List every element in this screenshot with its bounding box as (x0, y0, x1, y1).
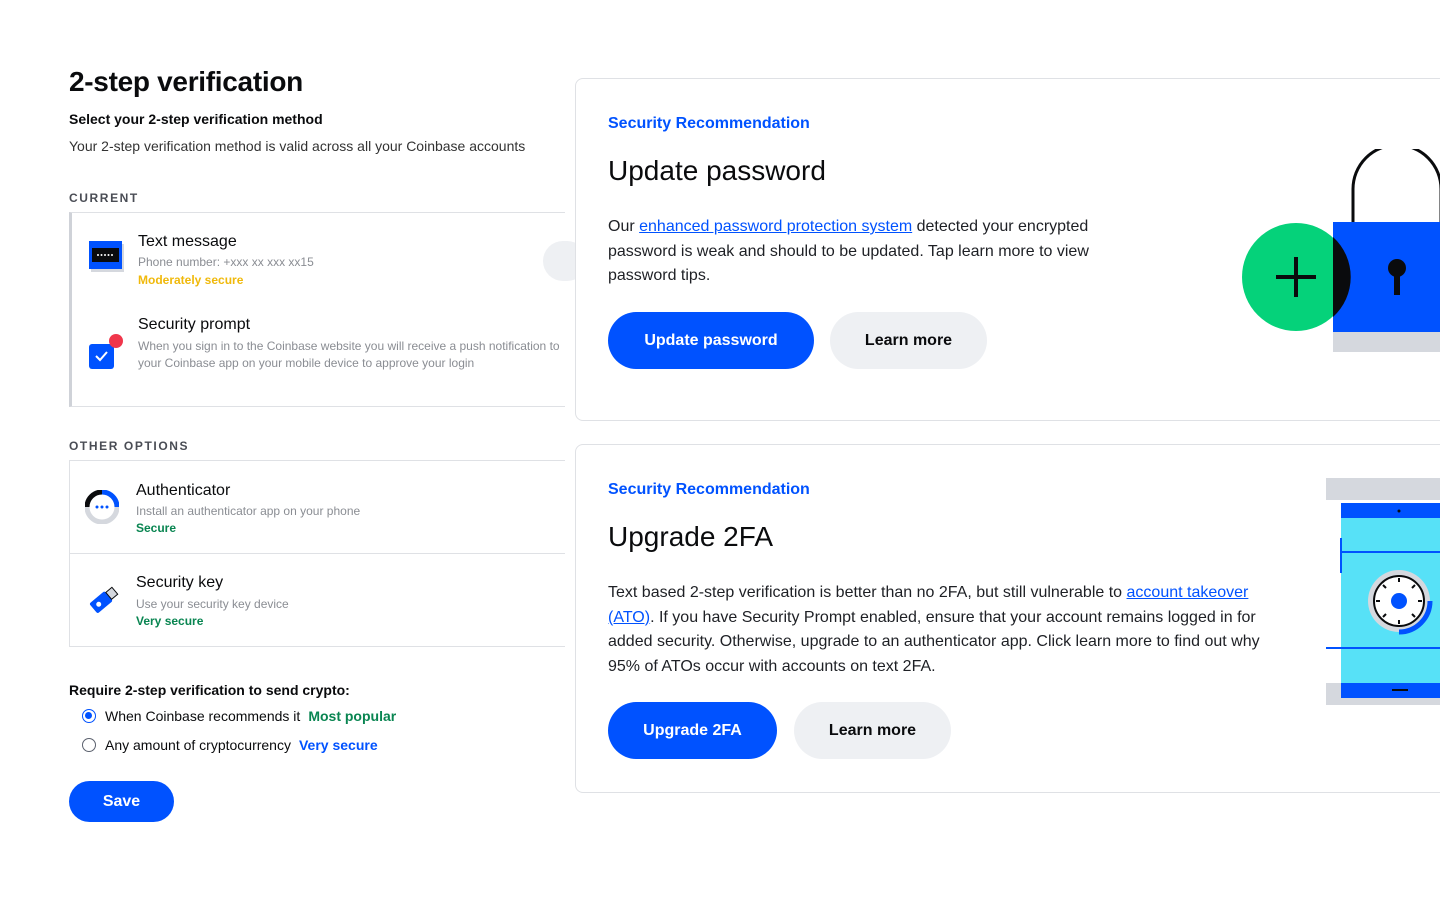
body-text: Text based 2-step verification is better… (608, 584, 1127, 601)
page-subtitle: Select your 2-step verification method (69, 111, 323, 127)
security-level-badge: Secure (136, 521, 177, 535)
method-subtitle: When you sign in to the Coinbase website… (138, 339, 560, 370)
method-title: Security prompt (138, 316, 251, 333)
learn-more-button[interactable]: Learn more (830, 312, 987, 369)
phone-vault-icon (1326, 478, 1440, 728)
method-authenticator[interactable]: Authenticator Install an authenticator a… (70, 461, 565, 553)
security-level-badge: Very secure (136, 614, 204, 628)
learn-more-button[interactable]: Learn more (794, 702, 951, 759)
authenticator-icon (84, 489, 120, 525)
method-security-prompt[interactable]: Security prompt When you sign in to the … (72, 299, 565, 407)
card-body: Our enhanced password protection system … (608, 215, 1118, 289)
padlock-plus-icon (1242, 143, 1440, 359)
save-button[interactable]: Save (69, 781, 174, 822)
method-subtitle: Phone number: +xxx xx xxx xx15 (138, 255, 314, 269)
method-subtitle: Install an authenticator app on your pho… (136, 504, 361, 518)
radio-button[interactable] (82, 709, 96, 723)
page-description: Your 2-step verification method is valid… (69, 138, 526, 154)
body-text: Our (608, 218, 640, 235)
radio-label: Any amount of cryptocurrency (105, 737, 291, 753)
card-kicker: Security Recommendation (608, 115, 810, 132)
card-title: Update password (608, 155, 826, 186)
recommendation-card-update-password: Security Recommendation Update password … (575, 78, 1440, 421)
method-title: Authenticator (136, 482, 231, 499)
method-text-message[interactable]: Text message Phone number: +xxx xx xxx x… (72, 213, 587, 299)
option-tag: Very secure (298, 737, 378, 753)
section-label-current: CURRENT (69, 191, 139, 205)
other-methods-list: Authenticator Install an authenticator a… (69, 460, 565, 647)
verification-settings: 2-step verification Select your 2-step v… (69, 0, 587, 900)
sms-icon (89, 241, 125, 277)
card-kicker: Security Recommendation (608, 481, 810, 498)
option-tag: Most popular (308, 708, 397, 724)
section-label-other-options: OTHER OPTIONS (69, 439, 190, 453)
page-title: 2-step verification (69, 66, 303, 97)
recommendation-card-upgrade-2fa: Security Recommendation Upgrade 2FA Text… (575, 444, 1440, 793)
method-security-key[interactable]: Security key Use your security key devic… (70, 554, 565, 646)
password-protection-link[interactable]: enhanced password protection system (639, 218, 912, 235)
method-subtitle: Use your security key device (136, 597, 289, 611)
upgrade-2fa-button[interactable]: Upgrade 2FA (608, 702, 777, 759)
security-level-badge: Moderately secure (138, 273, 244, 287)
card-body: Text based 2-step verification is better… (608, 581, 1288, 679)
send-crypto-label: Require 2-step verification to send cryp… (69, 682, 350, 698)
method-title: Text message (138, 233, 237, 250)
body-text: . If you have Security Prompt enabled, e… (608, 608, 1260, 675)
security-key-icon (86, 583, 120, 617)
radio-option-recommended[interactable]: When Coinbase recommends it Most popular (82, 708, 396, 724)
current-methods-list: Text message Phone number: +xxx xx xxx x… (69, 212, 587, 407)
radio-label: When Coinbase recommends it (105, 708, 301, 724)
radio-option-any-amount[interactable]: Any amount of cryptocurrency Very secure (82, 737, 378, 753)
radio-button[interactable] (82, 738, 96, 752)
card-title: Upgrade 2FA (608, 521, 773, 552)
update-password-button[interactable]: Update password (608, 312, 814, 369)
method-title: Security key (136, 574, 224, 591)
security-prompt-icon (89, 333, 125, 369)
